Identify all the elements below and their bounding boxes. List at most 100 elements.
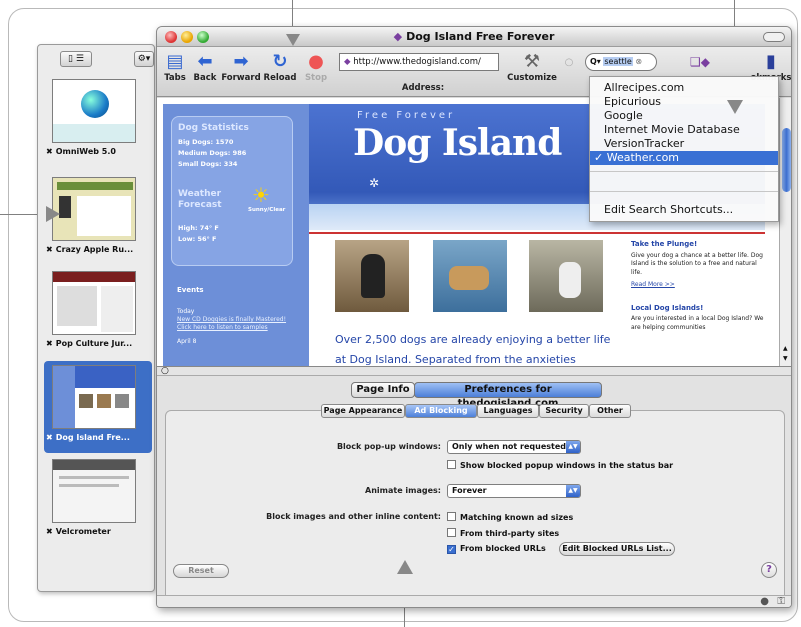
- thumbnail-image: [52, 79, 136, 143]
- popup-arrows-icon: ▲▼: [566, 485, 580, 497]
- dog-photo: [529, 240, 603, 312]
- dog-photo: [335, 240, 409, 312]
- drawer-item-label: ✖ OmniWeb 5.0: [46, 147, 116, 156]
- checkbox-box: [447, 460, 456, 469]
- reload-button[interactable]: ↻ Reload: [263, 51, 297, 83]
- menu-item-edit-shortcuts[interactable]: Edit Search Shortcuts...: [604, 203, 733, 217]
- back-button[interactable]: ⬅ Back: [191, 51, 219, 83]
- tab-other[interactable]: Other: [589, 404, 631, 418]
- stats-title: Dog Statistics: [178, 123, 249, 133]
- drawer-view-toggle[interactable]: ▯ ☰: [60, 51, 92, 67]
- shortcut-button[interactable]: ❑◆: [689, 51, 711, 73]
- scroll-down-arrow-icon[interactable]: ▼: [783, 355, 788, 362]
- tab-page-appearance[interactable]: Page Appearance: [321, 404, 405, 418]
- checkmark-icon: ✓: [447, 545, 456, 554]
- menu-separator: [590, 191, 778, 192]
- event-date-2: April 8: [177, 338, 197, 345]
- stop-button[interactable]: ● Stop: [303, 51, 329, 83]
- block-content-label: Block images and other inline content:: [266, 512, 441, 521]
- paw-icon: ✲: [369, 176, 380, 190]
- tab-ad-blocking[interactable]: Ad Blocking: [405, 404, 477, 418]
- stat-big: Big Dogs: 1570: [178, 138, 234, 146]
- toolbar-toggle-button[interactable]: [763, 32, 785, 42]
- ad-sizes-checkbox[interactable]: Matching known ad sizes: [447, 512, 573, 522]
- menu-item-versiontracker[interactable]: VersionTracker: [604, 137, 684, 151]
- forward-button[interactable]: ➡ Forward: [221, 51, 261, 83]
- tab-site-preferences[interactable]: Preferences for thedogisland.com: [414, 382, 602, 409]
- event-link[interactable]: New CD Doggies is finally Mastered! Clic…: [177, 316, 297, 332]
- pane-splitter[interactable]: ○: [157, 366, 791, 376]
- back-arrow-icon: ⬅: [197, 51, 213, 72]
- help-button[interactable]: ?: [761, 562, 777, 578]
- vertical-scrollbar[interactable]: ▲ ▼: [779, 98, 791, 366]
- menu-separator: [590, 171, 778, 172]
- stop-icon: ●: [308, 51, 324, 72]
- blocked-urls-checkbox[interactable]: ✓ From blocked URLs: [447, 544, 546, 554]
- event-date: Today: [177, 308, 195, 315]
- drawer-item-label: ✖ Crazy Apple Ru...: [46, 245, 134, 254]
- events-list: Today New CD Doggies is finally Mastered…: [177, 308, 297, 346]
- plunge-heading: Take the Plunge!: [631, 240, 698, 248]
- checkbox-box: [447, 512, 456, 521]
- address-field[interactable]: ◆ http://www.thedogisland.com/: [339, 53, 499, 71]
- search-shortcuts-menu: Allrecipes.com Epicurious Google Interne…: [589, 76, 779, 222]
- drawer-item-dog-island[interactable]: ✖ Dog Island Fre...: [44, 361, 152, 453]
- search-field[interactable]: Q▾ seattle ⊗: [585, 53, 657, 71]
- drawer-item-velcrometer[interactable]: ✖ Velcrometer: [44, 455, 152, 547]
- drawer-item-pop-culture[interactable]: ✖ Pop Culture Jur...: [44, 267, 152, 359]
- forward-arrow-icon: ➡: [233, 51, 249, 72]
- reset-button[interactable]: Reset: [173, 564, 229, 578]
- arrow-prefs: [397, 560, 413, 574]
- arrow-drawer: [46, 206, 60, 222]
- read-more-link[interactable]: Read More >>: [631, 281, 767, 290]
- tab-security[interactable]: Security: [539, 404, 589, 418]
- scroll-up-arrow-icon[interactable]: ▲: [783, 345, 788, 352]
- divider-line: [309, 232, 765, 234]
- events-heading: Events: [177, 286, 204, 294]
- thumbnail-image: [52, 177, 136, 241]
- spinner-icon: ○: [564, 57, 574, 68]
- arrow-menu: [727, 100, 743, 114]
- menu-item-imdb[interactable]: Internet Movie Database: [604, 123, 740, 137]
- popup-select[interactable]: Only when not requested ▲▼: [447, 440, 581, 454]
- third-party-checkbox[interactable]: From third-party sites: [447, 528, 559, 538]
- status-globe-icon: ●: [760, 596, 769, 607]
- menu-item-allrecipes[interactable]: Allrecipes.com: [604, 81, 684, 95]
- drawer-item-crazy-apple[interactable]: ✖ Crazy Apple Ru...: [44, 173, 152, 265]
- page-left-column: Dog Statistics Big Dogs: 1570 Medium Dog…: [163, 104, 309, 366]
- arrow-reload: [286, 34, 300, 46]
- title-bar: ◆ Dog Island Free Forever: [157, 27, 791, 47]
- animate-label: Animate images:: [365, 486, 441, 495]
- stats-box: Dog Statistics Big Dogs: 1570 Medium Dog…: [171, 116, 293, 266]
- intro-text: Over 2,500 dogs are already enjoying a b…: [335, 333, 611, 366]
- window-title: ◆ Dog Island Free Forever: [393, 30, 555, 43]
- menu-item-epicurious[interactable]: Epicurious: [604, 95, 661, 109]
- edit-blocked-urls-button[interactable]: Edit Blocked URLs List...: [559, 542, 675, 556]
- temperatures: High: 74° F Low: 56° F: [178, 224, 219, 243]
- scroll-thumb[interactable]: [782, 128, 791, 192]
- page-favicon-icon: ◆: [393, 30, 403, 43]
- weather-condition: Sunny/Clear: [248, 207, 286, 213]
- popup-arrows-icon: ▲▼: [566, 441, 580, 453]
- customize-button[interactable]: ⚒ Customize: [507, 51, 557, 83]
- weather-title: Weather Forecast: [178, 189, 222, 210]
- checkmark-icon: ✓: [594, 151, 607, 164]
- tabs-button[interactable]: ▤ Tabs: [161, 51, 189, 83]
- menu-item-google[interactable]: Google: [604, 109, 643, 123]
- stat-medium: Medium Dogs: 986: [178, 149, 247, 157]
- tab-drawer: ▯ ☰ ⚙▾ ✖ OmniWeb 5.0 ✖ Crazy Apple Ru... ✖…: [37, 44, 155, 592]
- tab-page-info[interactable]: Page Info: [351, 382, 415, 398]
- animate-select[interactable]: Forever ▲▼: [447, 484, 581, 498]
- tab-languages[interactable]: Languages: [477, 404, 539, 418]
- show-blocked-checkbox[interactable]: Show blocked popup windows in the status…: [447, 460, 673, 470]
- menu-item-weather[interactable]: ✓ Weather.com: [590, 151, 778, 165]
- tools-icon: ⚒: [523, 51, 541, 72]
- clear-search-icon[interactable]: ⊗: [635, 57, 642, 66]
- drawer-action-menu[interactable]: ⚙▾: [134, 51, 154, 67]
- thumbnail-image: [52, 271, 136, 335]
- banner-logo: Dog Island: [353, 122, 562, 164]
- drawer-item-omniweb[interactable]: ✖ OmniWeb 5.0: [44, 75, 152, 167]
- thumbnail-image: [52, 459, 136, 523]
- sun-icon: ☀: [252, 183, 270, 207]
- preferences-pane: Page Info Preferences for thedogisland.c…: [157, 376, 791, 607]
